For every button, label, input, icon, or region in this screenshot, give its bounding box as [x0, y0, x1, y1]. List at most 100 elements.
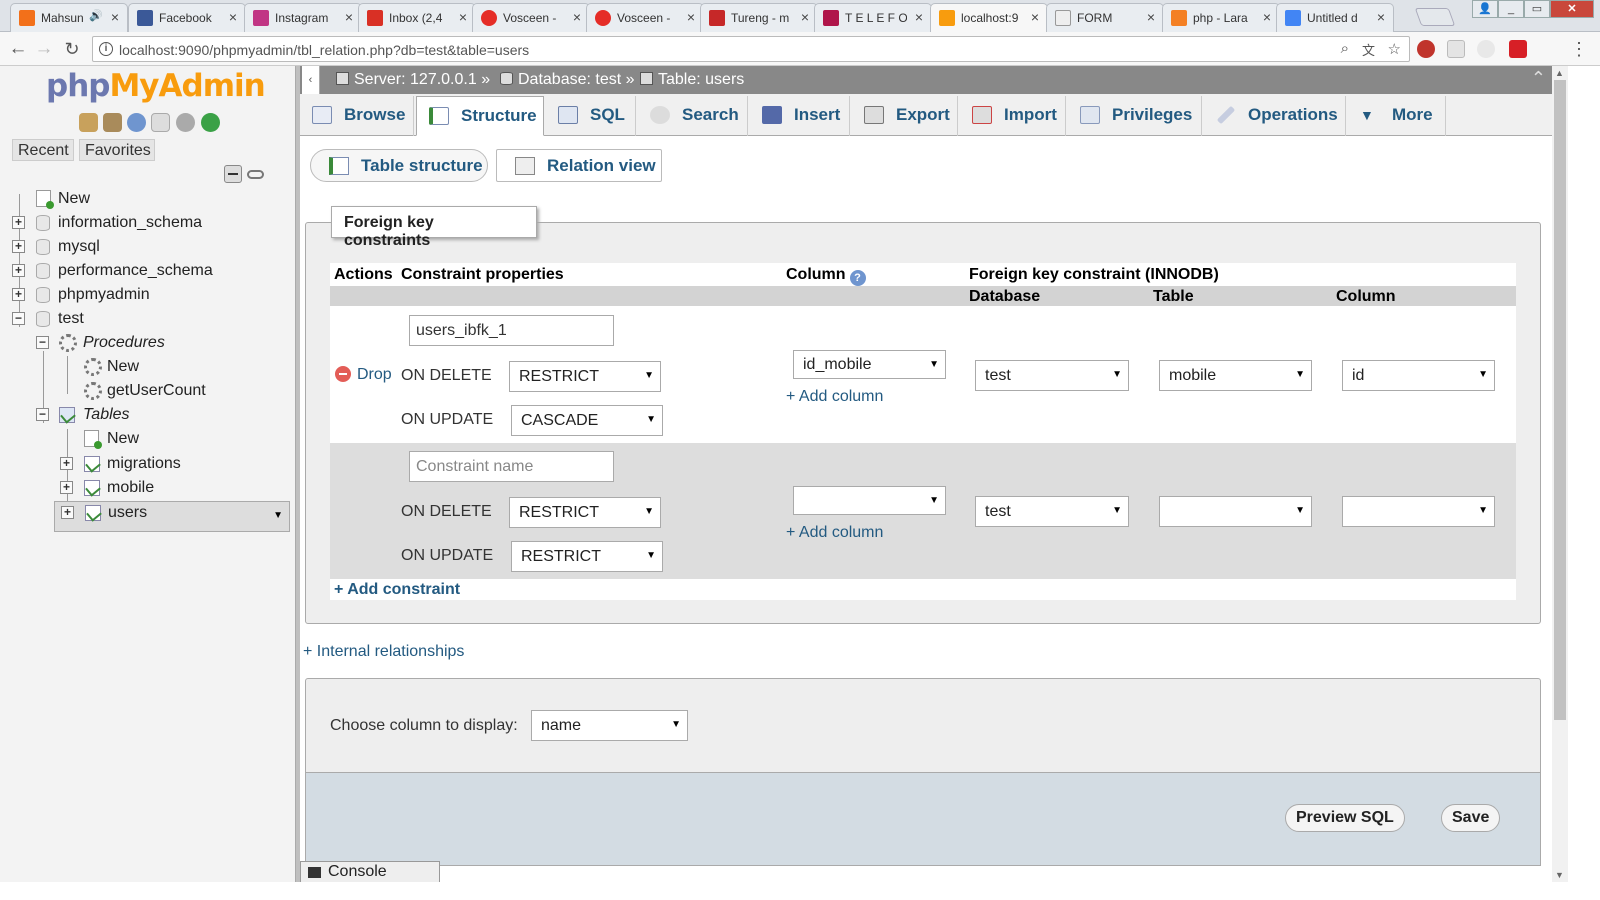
on-delete-select[interactable]: RESTRICT — [509, 497, 661, 528]
scroll-to-top-icon[interactable]: ⌃ — [1531, 68, 1546, 89]
collapse-icon[interactable]: − — [36, 408, 49, 421]
tree-group-tables[interactable]: − Tables — [0, 404, 290, 426]
reload-icon[interactable]: ↻ — [59, 36, 85, 62]
home-icon[interactable] — [79, 113, 98, 132]
pocket-extension-icon[interactable] — [1417, 40, 1435, 58]
breadcrumb-table[interactable]: Table: users — [640, 71, 744, 89]
address-bar[interactable]: i localhost:9090/phpmyadmin/tbl_relation… — [92, 36, 1410, 62]
tree-item-new-table[interactable]: New — [0, 428, 290, 450]
browser-tab[interactable]: Facebook × — [128, 3, 246, 32]
forward-icon[interactable]: → — [31, 36, 57, 62]
tree-item-getusercount[interactable]: getUserCount — [0, 380, 290, 402]
ref-database-select[interactable]: test — [975, 360, 1129, 391]
tab-privileges[interactable]: Privileges — [1068, 96, 1202, 136]
tree-table-mobile[interactable]: + mobile — [0, 477, 290, 499]
menu-icon[interactable]: ⋮ — [1566, 36, 1592, 62]
tab-import[interactable]: Import — [960, 96, 1066, 136]
tab-close-icon[interactable]: × — [1031, 9, 1039, 25]
on-update-select[interactable]: RESTRICT — [511, 541, 663, 572]
tree-db-phpmyadmin[interactable]: + phpmyadmin — [0, 284, 290, 306]
ref-table-select[interactable] — [1159, 496, 1312, 527]
on-delete-select[interactable]: RESTRICT — [509, 361, 661, 392]
tab-close-icon[interactable]: × — [1147, 9, 1155, 25]
docs-icon[interactable] — [151, 113, 170, 132]
speaker-icon[interactable]: 🔊 — [89, 9, 103, 22]
browser-tab[interactable]: Mahsun 🔊 × — [10, 3, 128, 32]
add-column-link[interactable]: + Add column — [786, 388, 883, 406]
bookmark-star-icon[interactable]: ☆ — [1388, 40, 1401, 58]
tab-insert[interactable]: Insert — [750, 96, 850, 136]
minimize-icon[interactable]: _ — [1498, 0, 1524, 18]
tab-close-icon[interactable]: × — [345, 9, 353, 25]
tree-db-performance-schema[interactable]: + performance_schema — [0, 260, 290, 282]
tab-operations[interactable]: Operations — [1204, 96, 1346, 136]
save-button[interactable]: Save — [1441, 804, 1501, 832]
new-tab-button[interactable] — [1414, 8, 1456, 26]
browser-tab[interactable]: T E L E F O × — [814, 3, 932, 32]
browser-tab[interactable]: Vosceen - × — [472, 3, 590, 32]
tab-close-icon[interactable]: × — [573, 9, 581, 25]
tab-close-icon[interactable]: × — [687, 9, 695, 25]
tree-table-users[interactable]: + users — [54, 501, 290, 532]
extension-icon[interactable] — [1447, 40, 1465, 58]
zoom-icon[interactable]: ⌕ — [1341, 40, 1349, 57]
drop-constraint-link[interactable]: Drop — [335, 366, 392, 384]
scroll-down-icon[interactable]: ▼ — [1555, 870, 1564, 880]
recent-button[interactable]: Recent — [12, 139, 74, 161]
on-update-select[interactable]: CASCADE — [511, 405, 663, 436]
info-icon[interactable]: i — [99, 42, 113, 56]
expand-icon[interactable]: + — [12, 264, 25, 277]
collapse-all-icon[interactable] — [224, 165, 242, 183]
extension-icon[interactable] — [1509, 40, 1527, 58]
browser-tab[interactable]: Tureng - m × — [700, 3, 818, 32]
tab-close-icon[interactable]: × — [111, 9, 119, 25]
tree-db-test[interactable]: − test — [0, 308, 290, 330]
scrollbar-thumb[interactable] — [1554, 80, 1566, 720]
collapse-nav-icon[interactable]: ‹ — [302, 66, 320, 94]
tab-structure[interactable]: Structure — [416, 96, 544, 136]
tab-sql[interactable]: SQL — [546, 96, 636, 136]
tab-close-icon[interactable]: × — [801, 9, 809, 25]
browser-tab[interactable]: Inbox (2,4 × — [358, 3, 476, 32]
constraint-name-input[interactable]: users_ibfk_1 — [409, 315, 614, 346]
link-with-main-icon[interactable] — [247, 170, 264, 179]
tree-item-new[interactable]: New — [0, 188, 290, 210]
reload-nav-icon[interactable] — [201, 113, 220, 132]
tab-search[interactable]: Search — [638, 96, 748, 136]
tree-item-new-procedure[interactable]: New — [0, 356, 290, 378]
tab-more[interactable]: ▼ More — [1348, 96, 1446, 136]
tab-export[interactable]: Export — [852, 96, 958, 136]
console-bar[interactable]: Console — [300, 861, 440, 883]
internal-relationships-link[interactable]: + Internal relationships — [303, 643, 464, 661]
phpmyadmin-logo[interactable]: phpMyAdmin — [46, 68, 266, 104]
user-icon[interactable]: 👤 — [1472, 0, 1498, 18]
tab-table-structure[interactable]: Table structure — [310, 149, 488, 182]
tree-group-procedures[interactable]: − Procedures — [0, 332, 290, 354]
extension-icon[interactable] — [1477, 40, 1495, 58]
expand-icon[interactable]: + — [12, 216, 25, 229]
browser-tab[interactable]: FORM × — [1046, 3, 1164, 32]
tab-browse[interactable]: Browse — [300, 96, 414, 136]
add-column-link[interactable]: + Add column — [786, 524, 883, 542]
display-column-select[interactable]: name — [531, 710, 688, 741]
expand-icon[interactable]: + — [60, 457, 73, 470]
collapse-icon[interactable]: − — [36, 336, 49, 349]
tree-db-mysql[interactable]: + mysql — [0, 236, 290, 258]
add-constraint-link[interactable]: + Add constraint — [334, 581, 460, 599]
expand-icon[interactable]: + — [12, 288, 25, 301]
browser-tab[interactable]: Untitled d × — [1276, 3, 1394, 32]
browser-tab[interactable]: Instagram × — [244, 3, 362, 32]
browser-tab[interactable]: Vosceen - × — [586, 3, 704, 32]
tree-table-migrations[interactable]: + migrations — [0, 453, 290, 475]
preview-sql-button[interactable]: Preview SQL — [1285, 804, 1405, 832]
maximize-icon[interactable]: ▭ — [1524, 0, 1550, 18]
help-icon[interactable] — [127, 113, 146, 132]
tree-db-information-schema[interactable]: + information_schema — [0, 212, 290, 234]
browser-tab-active[interactable]: localhost:9 × — [930, 3, 1048, 33]
breadcrumb-server[interactable]: Server: 127.0.0.1 » — [336, 71, 490, 89]
breadcrumb-database[interactable]: Database: test » — [500, 71, 635, 89]
collapse-icon[interactable]: − — [12, 312, 25, 325]
help-icon[interactable]: ? — [849, 270, 866, 286]
scroll-up-icon[interactable]: ▲ — [1555, 68, 1564, 78]
expand-icon[interactable]: + — [60, 481, 73, 494]
